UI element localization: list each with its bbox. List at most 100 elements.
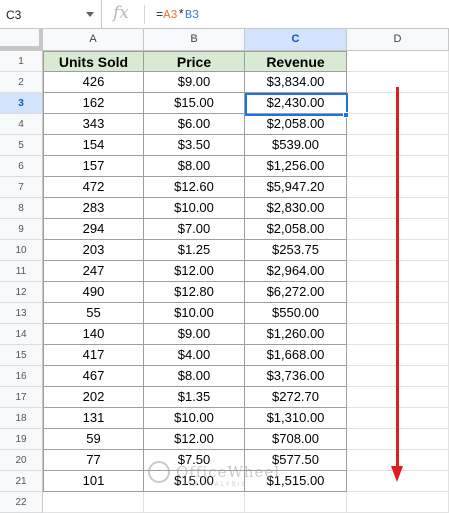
row-header-19[interactable]: 19 (0, 429, 43, 450)
cell-a11[interactable]: 247 (43, 261, 144, 282)
row-header-21[interactable]: 21 (0, 471, 43, 492)
cell-c6[interactable]: $1,256.00 (245, 156, 347, 177)
cell-a5[interactable]: 154 (43, 135, 144, 156)
row-header-4[interactable]: 4 (0, 114, 43, 135)
cell-b17[interactable]: $1.35 (144, 387, 245, 408)
cell-a16[interactable]: 467 (43, 366, 144, 387)
cell-c16[interactable]: $3,736.00 (245, 366, 347, 387)
cell-b11[interactable]: $12.00 (144, 261, 245, 282)
cell-c18[interactable]: $1,310.00 (245, 408, 347, 429)
cell-b19[interactable]: $12.00 (144, 429, 245, 450)
chevron-down-icon[interactable] (86, 12, 94, 17)
cell-b13[interactable]: $10.00 (144, 303, 245, 324)
cell-c21[interactable]: $1,515.00 (245, 471, 347, 492)
cell-c19[interactable]: $708.00 (245, 429, 347, 450)
cell-c9[interactable]: $2,058.00 (245, 219, 347, 240)
cell-b16[interactable]: $8.00 (144, 366, 245, 387)
row-header-8[interactable]: 8 (0, 198, 43, 219)
cell-c11[interactable]: $2,964.00 (245, 261, 347, 282)
row-header-16[interactable]: 16 (0, 366, 43, 387)
fill-handle[interactable] (343, 112, 349, 118)
row-header-13[interactable]: 13 (0, 303, 43, 324)
cell-b22[interactable] (144, 492, 245, 513)
cell-a18[interactable]: 131 (43, 408, 144, 429)
cell-a4[interactable]: 343 (43, 114, 144, 135)
cell-b9[interactable]: $7.00 (144, 219, 245, 240)
select-all-corner[interactable] (0, 29, 43, 50)
formula-input[interactable]: =A3*B3 (156, 8, 199, 22)
column-header-b[interactable]: B (144, 29, 245, 50)
cell-b6[interactable]: $8.00 (144, 156, 245, 177)
cell-b15[interactable]: $4.00 (144, 345, 245, 366)
row-header-14[interactable]: 14 (0, 324, 43, 345)
cell-c3[interactable]: $2,430.00 (245, 93, 347, 114)
row-header-17[interactable]: 17 (0, 387, 43, 408)
cell-a20[interactable]: 77 (43, 450, 144, 471)
cell-c8[interactable]: $2,830.00 (245, 198, 347, 219)
cell-b4[interactable]: $6.00 (144, 114, 245, 135)
row-header-12[interactable]: 12 (0, 282, 43, 303)
cell-a14[interactable]: 140 (43, 324, 144, 345)
cell-c15[interactable]: $1,668.00 (245, 345, 347, 366)
cell-a15[interactable]: 417 (43, 345, 144, 366)
cell-a21[interactable]: 101 (43, 471, 144, 492)
cell-c10[interactable]: $253.75 (245, 240, 347, 261)
cell-c4[interactable]: $2,058.00 (245, 114, 347, 135)
cell-c2[interactable]: $3,834.00 (245, 72, 347, 93)
cell-c5[interactable]: $539.00 (245, 135, 347, 156)
cell-b20[interactable]: $7.50 (144, 450, 245, 471)
cell-d22[interactable] (347, 492, 449, 513)
column-header-c[interactable]: C (245, 29, 347, 50)
cell-a22[interactable] (43, 492, 144, 513)
row-header-3[interactable]: 3 (0, 93, 43, 114)
cell-a13[interactable]: 55 (43, 303, 144, 324)
cell-b7[interactable]: $12.60 (144, 177, 245, 198)
row-header-6[interactable]: 6 (0, 156, 43, 177)
row-header-1[interactable]: 1 (0, 51, 43, 72)
cell-b12[interactable]: $12.80 (144, 282, 245, 303)
cell-c1[interactable]: Revenue (245, 51, 347, 72)
cell-c14[interactable]: $1,260.00 (245, 324, 347, 345)
row-header-15[interactable]: 15 (0, 345, 43, 366)
cell-a1[interactable]: Units Sold (43, 51, 144, 72)
row-header-7[interactable]: 7 (0, 177, 43, 198)
cell-b5[interactable]: $3.50 (144, 135, 245, 156)
column-header-a[interactable]: A (43, 29, 144, 50)
row-header-5[interactable]: 5 (0, 135, 43, 156)
cell-a10[interactable]: 203 (43, 240, 144, 261)
cell-a3[interactable]: 162 (43, 93, 144, 114)
cell-a8[interactable]: 283 (43, 198, 144, 219)
cell-c22[interactable] (245, 492, 347, 513)
row-header-18[interactable]: 18 (0, 408, 43, 429)
row-header-10[interactable]: 10 (0, 240, 43, 261)
cell-a12[interactable]: 490 (43, 282, 144, 303)
cell-b14[interactable]: $9.00 (144, 324, 245, 345)
cell-b3[interactable]: $15.00 (144, 93, 245, 114)
cell-c13[interactable]: $550.00 (245, 303, 347, 324)
cell-c7[interactable]: $5,947.20 (245, 177, 347, 198)
cell-a19[interactable]: 59 (43, 429, 144, 450)
cell-b2[interactable]: $9.00 (144, 72, 245, 93)
cell-b8[interactable]: $10.00 (144, 198, 245, 219)
cell-a2[interactable]: 426 (43, 72, 144, 93)
cell-a6[interactable]: 157 (43, 156, 144, 177)
cell-d1[interactable] (347, 51, 449, 72)
cell-c12[interactable]: $6,272.00 (245, 282, 347, 303)
cell-b18[interactable]: $10.00 (144, 408, 245, 429)
cell-b10[interactable]: $1.25 (144, 240, 245, 261)
row-header-20[interactable]: 20 (0, 450, 43, 471)
cell-b21[interactable]: $15.00 (144, 471, 245, 492)
row-header-9[interactable]: 9 (0, 219, 43, 240)
column-header-d[interactable]: D (347, 29, 449, 50)
cell-c17[interactable]: $272.70 (245, 387, 347, 408)
row-header-11[interactable]: 11 (0, 261, 43, 282)
row-header-2[interactable]: 2 (0, 72, 43, 93)
cell-a7[interactable]: 472 (43, 177, 144, 198)
cell-c20[interactable]: $577.50 (245, 450, 347, 471)
name-box[interactable]: C3 (0, 0, 102, 29)
row-header-22[interactable]: 22 (0, 492, 43, 513)
arrow-line (396, 87, 399, 470)
cell-a17[interactable]: 202 (43, 387, 144, 408)
cell-a9[interactable]: 294 (43, 219, 144, 240)
cell-b1[interactable]: Price (144, 51, 245, 72)
